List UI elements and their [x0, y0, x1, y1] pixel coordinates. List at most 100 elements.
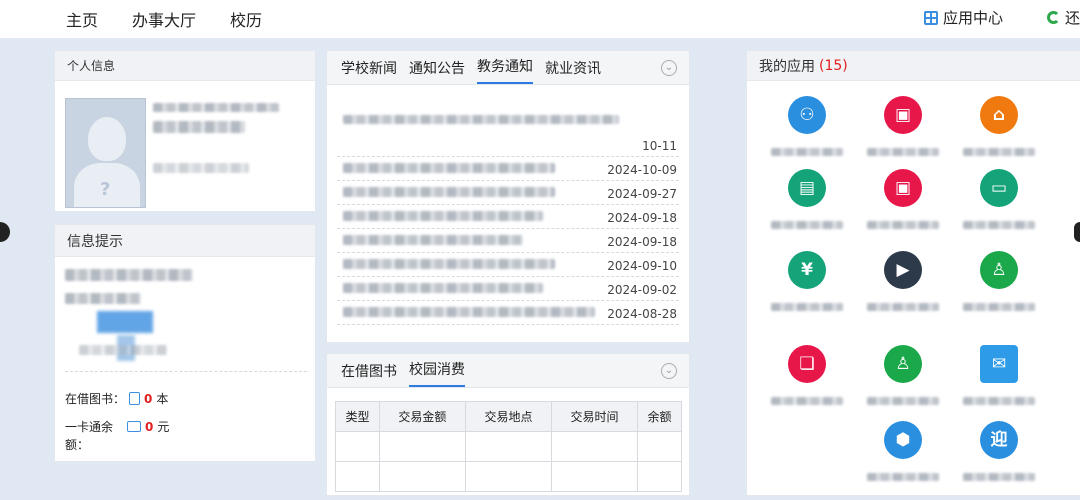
news-title-redacted	[343, 235, 523, 245]
nav-calendar[interactable]: 校历	[230, 7, 262, 31]
list-item[interactable]: 2024-09-02	[337, 277, 679, 301]
personal-info-panel: 个人信息 ?	[54, 50, 316, 212]
people-group-icon: ⚇	[788, 96, 826, 134]
app-label-redacted	[963, 397, 1035, 405]
app-label-redacted	[963, 473, 1035, 481]
news-title-redacted	[343, 115, 619, 124]
col-amount: 交易金额	[378, 401, 466, 432]
nav-home[interactable]: 主页	[66, 7, 98, 31]
app-label-redacted	[867, 303, 939, 311]
app-tile[interactable]: ⌂	[959, 96, 1039, 156]
list-item[interactable]: 2024-08-28	[337, 301, 679, 325]
chevron-down-icon[interactable]: ⌄	[661, 363, 677, 379]
app-center-link[interactable]: 应用中心	[923, 7, 1003, 28]
avatar-placeholder-mark: ?	[100, 179, 111, 200]
left-scroll-arrow[interactable]	[0, 222, 10, 242]
books-label: 在借图书：	[65, 392, 126, 406]
app-tile[interactable]: ⚇	[767, 96, 847, 156]
my-apps-panel: 我的应用 (15) ⚇ ▣ ⌂ ▤ ▣ ▭ ¥ ▶ ♙ ❏ ♙ ✉ ⬢ 迎	[746, 50, 1080, 496]
user-dept-redacted[interactable]	[153, 163, 249, 173]
chevron-down-icon[interactable]: ⌄	[661, 60, 677, 76]
screen-alert-icon: ▣	[884, 169, 922, 207]
news-title-redacted	[343, 283, 543, 293]
app-label-redacted	[771, 221, 843, 229]
right-scroll-arrow[interactable]	[1074, 222, 1080, 242]
card-row[interactable]: 一卡通余 0 元	[65, 418, 169, 435]
tab-school-news[interactable]: 学校新闻	[341, 58, 397, 84]
envelope-icon: ✉	[980, 345, 1018, 383]
card-balance: 0	[145, 419, 154, 434]
news-date: 2024-08-28	[607, 307, 677, 321]
app-tile[interactable]: ♙	[959, 251, 1039, 311]
qr-image-redacted	[97, 311, 153, 333]
document-icon	[129, 392, 141, 405]
app-label-redacted	[867, 397, 939, 405]
welcome-icon: 迎	[980, 421, 1018, 459]
consumption-table: 类型 交易金额 交易地点 交易时间 余额	[335, 401, 682, 492]
presenter-icon: ♙	[884, 345, 922, 383]
app-label-redacted	[963, 221, 1035, 229]
play-screen-icon: ▶	[884, 251, 922, 289]
app-label-redacted	[867, 221, 939, 229]
credit-card-icon: ▭	[980, 169, 1018, 207]
clipboard-icon: ¥	[788, 251, 826, 289]
news-date: 2024-09-18	[607, 211, 677, 225]
app-label-redacted	[867, 148, 939, 156]
app-label-redacted	[771, 303, 843, 311]
app-tile[interactable]: ♙	[863, 345, 943, 405]
news-date: 2024-09-27	[607, 187, 677, 201]
app-label-redacted	[963, 303, 1035, 311]
list-item[interactable]: 10-11	[337, 133, 679, 157]
app-tile[interactable]: ¥	[767, 251, 847, 311]
books-row[interactable]: 在借图书： 0 本	[65, 390, 168, 407]
borrow-consume-panel: 在借图书 校园消费 ⌄ 类型 交易金额 交易地点 交易时间 余额	[326, 353, 690, 496]
tab-borrowed-books[interactable]: 在借图书	[341, 361, 397, 387]
top-right-links: 应用中心 还	[923, 7, 1080, 28]
list-item[interactable]: 2024-09-18	[337, 205, 679, 229]
news-title-redacted	[343, 307, 595, 317]
card-icon	[127, 421, 142, 432]
list-item[interactable]: 2024-09-18	[337, 229, 679, 253]
list-item[interactable]	[337, 107, 679, 131]
card-unit: 元	[157, 420, 170, 434]
col-balance: 余额	[637, 401, 682, 432]
box-icon: ⬢	[884, 421, 922, 459]
return-link[interactable]: 还	[1046, 7, 1080, 28]
app-tile[interactable]: ⬢	[863, 421, 943, 481]
col-type: 类型	[335, 401, 380, 432]
app-tile[interactable]: ✉	[959, 345, 1039, 405]
app-tile[interactable]: ▤	[767, 169, 847, 229]
news-title-redacted	[343, 187, 555, 197]
app-tile[interactable]: ▶	[863, 251, 943, 311]
app-tile[interactable]: ▣	[863, 96, 943, 156]
grid-icon	[923, 10, 938, 25]
news-title-redacted	[343, 211, 543, 221]
list-item[interactable]: 2024-10-09	[337, 157, 679, 181]
tab-career-info[interactable]: 就业资讯	[545, 58, 601, 84]
app-tile[interactable]: ▭	[959, 169, 1039, 229]
tip-text-redacted-2	[65, 293, 141, 304]
news-title-redacted	[343, 163, 555, 173]
nav-hall[interactable]: 办事大厅	[132, 7, 196, 31]
news-panel: 学校新闻 通知公告 教务通知 就业资讯 ⌄ 10-11 2024-10-09 2…	[326, 50, 690, 343]
divider	[65, 371, 307, 372]
app-tile[interactable]: 迎	[959, 421, 1039, 481]
info-tips-title: 信息提示	[55, 225, 315, 257]
news-date: 2024-09-02	[607, 283, 677, 297]
app-label-redacted	[867, 473, 939, 481]
tab-announcements[interactable]: 通知公告	[409, 58, 465, 84]
card-label: 一卡通余	[65, 420, 114, 434]
news-title-redacted	[343, 259, 555, 269]
my-apps-count: (15)	[819, 57, 848, 74]
app-tile[interactable]: ❏	[767, 345, 847, 405]
list-item[interactable]: 2024-09-27	[337, 181, 679, 205]
list-item[interactable]: 2024-09-10	[337, 253, 679, 277]
monitor-person-icon: ▣	[884, 96, 922, 134]
tab-campus-consumption[interactable]: 校园消费	[409, 359, 465, 387]
app-tile[interactable]: ▣	[863, 169, 943, 229]
tab-academic-notice[interactable]: 教务通知	[477, 56, 533, 84]
col-time: 交易时间	[550, 401, 639, 432]
news-date: 10-11	[642, 139, 677, 153]
avatar: ?	[65, 98, 146, 208]
app-label-redacted	[771, 148, 843, 156]
